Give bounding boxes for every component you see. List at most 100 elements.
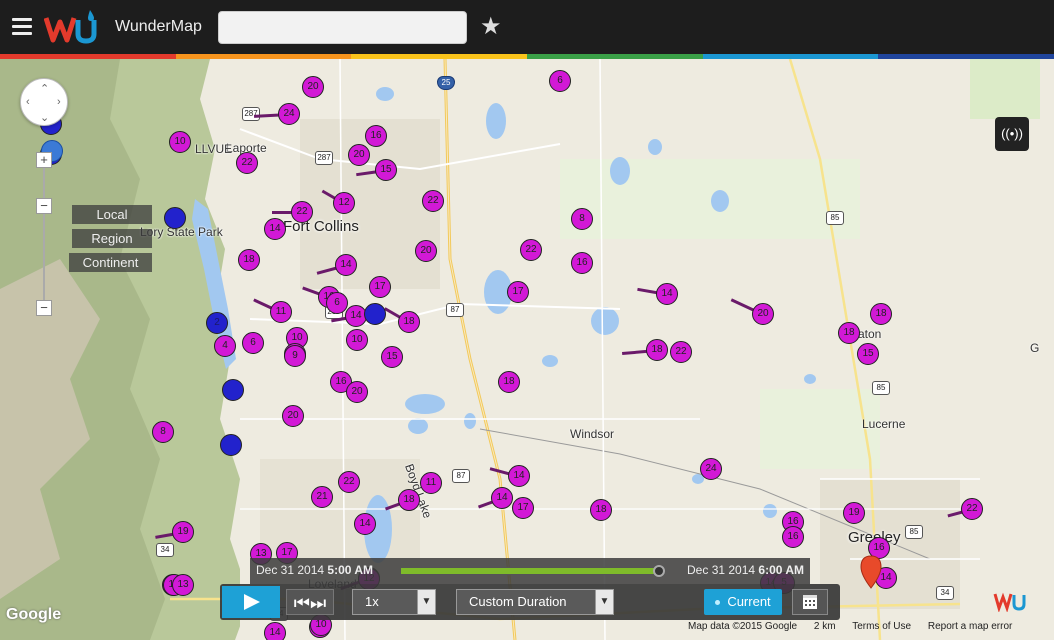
weather-station-marker[interactable]: 14 [491, 487, 513, 509]
wu-logo-small[interactable] [993, 588, 1029, 612]
weather-station-marker[interactable]: 18 [838, 322, 860, 344]
timeline-knob[interactable] [653, 565, 666, 577]
wu-logo[interactable] [44, 8, 104, 46]
weather-station-marker[interactable]: 22 [338, 471, 360, 493]
weather-station-marker[interactable]: 22 [422, 190, 444, 212]
map-label-llvue: LLVUE [195, 142, 233, 156]
weather-station-marker[interactable]: 24 [700, 458, 722, 480]
weather-station-marker[interactable]: 11 [420, 472, 442, 494]
current-label: Current [727, 594, 771, 609]
location-pin-icon[interactable] [860, 555, 882, 589]
weather-station-marker[interactable]: 19 [843, 502, 865, 524]
map-canvas[interactable]: Fort CollinsGreeleyLaporteWindsorLucerne… [0, 59, 1054, 640]
zoom-step-button[interactable]: − [36, 198, 52, 214]
weather-station-marker[interactable]: 14 [656, 283, 678, 305]
weather-station-marker[interactable]: 18 [590, 499, 612, 521]
weather-station-marker[interactable]: 6 [242, 332, 264, 354]
weather-station-marker[interactable]: 14 [508, 465, 530, 487]
weather-station-marker[interactable]: 20 [752, 303, 774, 325]
map-attribution: Map data ©2015 Google 2 km Terms of Use … [688, 621, 1026, 632]
weather-station-marker[interactable] [164, 207, 186, 229]
weather-station-marker[interactable]: 17 [507, 281, 529, 303]
weather-station-marker[interactable]: 20 [346, 381, 368, 403]
report-error-link[interactable]: Report a map error [928, 621, 1012, 632]
highway-shield: 87 [452, 469, 470, 483]
pan-left-icon[interactable]: ‹ [26, 96, 30, 108]
weather-station-marker[interactable]: 20 [415, 240, 437, 262]
weather-station-marker[interactable]: 22 [291, 201, 313, 223]
weather-station-marker[interactable]: 18 [398, 311, 420, 333]
weather-station-marker[interactable]: 2 [206, 312, 228, 334]
timeline-end-date: Dec 31 2014 [687, 563, 756, 577]
weather-station-marker[interactable]: 16 [571, 252, 593, 274]
weather-station-marker[interactable] [220, 434, 242, 456]
weather-station-marker[interactable]: 8 [571, 208, 593, 230]
weather-station-marker[interactable]: 20 [348, 144, 370, 166]
zoom-preset-region[interactable]: Region [72, 229, 152, 248]
weather-station-marker[interactable]: 18 [498, 371, 520, 393]
weather-station-marker[interactable]: 17 [369, 276, 391, 298]
skip-icon: ⏮⏭ [293, 593, 327, 613]
weather-station-marker[interactable]: 18 [646, 339, 668, 361]
zoom-preset-local[interactable]: Local [72, 205, 152, 224]
weather-station-marker[interactable]: 14 [264, 218, 286, 240]
weather-station-marker[interactable]: 8 [152, 421, 174, 443]
speed-select[interactable]: 1x ▼ [352, 589, 436, 615]
weather-station-marker[interactable]: 20 [282, 405, 304, 427]
pan-control[interactable]: ⌃ ⌄ ‹ › [20, 78, 68, 126]
zoom-in-button[interactable]: + [36, 152, 52, 168]
broadcast-icon[interactable]: ((•)) [995, 117, 1029, 151]
star-icon[interactable]: ★ [480, 12, 502, 41]
weather-station-marker[interactable]: 24 [278, 103, 300, 125]
highway-shield: 85 [905, 525, 923, 539]
weather-station-marker[interactable]: 14 [354, 513, 376, 535]
highway-shield: 287 [315, 151, 333, 165]
terms-link[interactable]: Terms of Use [852, 621, 911, 632]
weather-station-marker[interactable]: 10 [346, 329, 368, 351]
weather-station-marker[interactable]: 14 [264, 622, 286, 640]
weather-station-marker[interactable]: 15 [375, 159, 397, 181]
skip-button[interactable]: ⏮⏭ [286, 589, 334, 615]
weather-station-marker[interactable]: 22 [236, 152, 258, 174]
weather-station-marker[interactable]: 9 [284, 345, 306, 367]
chevron-down-icon: ▼ [417, 590, 435, 614]
google-logo[interactable]: Google [6, 606, 61, 624]
weather-station-marker[interactable]: 22 [520, 239, 542, 261]
weather-station-marker[interactable]: 18 [870, 303, 892, 325]
weather-station-marker[interactable]: 22 [670, 341, 692, 363]
weather-station-marker[interactable]: 20 [302, 76, 324, 98]
zoom-preset-continent[interactable]: Continent [69, 253, 152, 272]
weather-station-marker[interactable]: 13 [172, 574, 194, 596]
timeline-slider[interactable] [400, 565, 666, 577]
weather-station-marker[interactable]: 16 [782, 526, 804, 548]
duration-select[interactable]: Custom Duration ▼ [456, 589, 614, 615]
pan-right-icon[interactable]: › [57, 96, 61, 108]
weather-station-marker[interactable]: 18 [238, 249, 260, 271]
weather-station-marker[interactable] [222, 379, 244, 401]
zoom-out-button[interactable]: − [36, 300, 52, 316]
weather-station-marker[interactable]: 15 [381, 346, 403, 368]
weather-station-marker[interactable]: 12 [333, 192, 355, 214]
weather-station-marker[interactable]: 19 [172, 521, 194, 543]
pan-up-icon[interactable]: ⌃ [40, 82, 49, 95]
current-button[interactable]: Current [704, 589, 782, 615]
weather-station-marker[interactable]: 21 [311, 486, 333, 508]
weather-station-marker[interactable]: 18 [398, 489, 420, 511]
weather-station-marker[interactable]: 4 [214, 335, 236, 357]
weather-station-marker[interactable]: 22 [961, 498, 983, 520]
weather-station-marker[interactable]: 6 [549, 70, 571, 92]
search-input[interactable] [218, 11, 467, 44]
hamburger-icon[interactable] [12, 18, 32, 36]
weather-station-marker[interactable]: 15 [857, 343, 879, 365]
weather-station-marker[interactable]: 10 [169, 131, 191, 153]
pan-down-icon[interactable]: ⌄ [40, 111, 49, 124]
zoom-track[interactable] [43, 168, 45, 300]
weather-station-marker[interactable]: 11 [270, 301, 292, 323]
calendar-button[interactable] [792, 589, 828, 615]
weather-station-marker[interactable]: 6 [326, 292, 348, 314]
weather-station-marker[interactable]: 17 [512, 497, 534, 519]
weather-station-marker[interactable] [364, 303, 386, 325]
weather-station-marker[interactable]: 14 [335, 254, 357, 276]
weather-station-marker[interactable]: 16 [365, 125, 387, 147]
play-button[interactable] [222, 586, 280, 618]
